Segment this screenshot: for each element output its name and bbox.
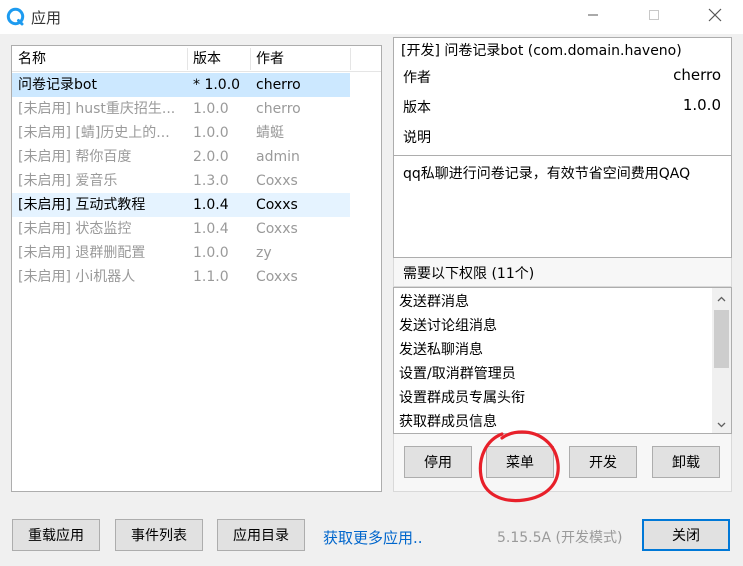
author-value: cherro [673, 66, 721, 84]
uninstall-button[interactable]: 卸载 [652, 446, 720, 478]
plugin-version: * 1.0.0 [193, 77, 241, 93]
plugin-author: cherro [256, 101, 301, 117]
permission-item: 发送私聊消息 [399, 342, 483, 358]
column-header-name[interactable]: 名称 [12, 46, 187, 72]
plugin-name: [未启用] 状态监控 [18, 221, 132, 237]
plugin-name: 问卷记录bot [18, 77, 97, 93]
plugin-version: 1.0.4 [193, 221, 229, 237]
permission-item: 发送讨论组消息 [399, 318, 497, 334]
table-row[interactable]: [未启用] 退群删配置 1.0.0 zy [12, 241, 350, 265]
plugin-details: [开发] 问卷记录bot (com.domain.haveno) 作者 cher… [393, 37, 732, 157]
plugin-author: Coxxs [256, 197, 298, 213]
plugin-name: [未启用] 帮你百度 [18, 149, 132, 165]
permission-item: 设置/取消群管理员 [399, 366, 516, 382]
table-row[interactable]: [未启用] 爱音乐 1.3.0 Coxxs [12, 169, 350, 193]
version-label: 5.15.5A (开发模式) [497, 530, 623, 546]
minimize-icon [587, 9, 599, 25]
plugin-rows: 问卷记录bot * 1.0.0 cherro [未启用] hust重庆招生... 1.0… [12, 73, 381, 289]
list-header: 名称 版本 作者 [12, 46, 381, 72]
disable-button[interactable]: 停用 [404, 446, 472, 478]
window-title: 应用 [31, 9, 62, 27]
column-header-author[interactable]: 作者 [250, 46, 350, 72]
plugin-name: [未启用] [蜻]历史上的... [18, 125, 170, 141]
table-row[interactable]: [未启用] 互动式教程 1.0.4 Coxxs [12, 193, 350, 217]
permissions-scrollbar[interactable] [712, 288, 731, 433]
plugin-name: [未启用] 爱音乐 [18, 173, 118, 189]
plugin-detail-title: [开发] 问卷记录bot (com.domain.haveno) [401, 43, 682, 59]
table-row[interactable]: [未启用] 帮你百度 2.0.0 admin [12, 145, 350, 169]
column-divider[interactable] [350, 48, 351, 70]
close-button[interactable]: 关闭 [642, 519, 730, 551]
plugin-name: [未启用] 互动式教程 [18, 197, 146, 213]
table-row[interactable]: 问卷记录bot * 1.0.0 cherro [12, 73, 350, 97]
scroll-down-button[interactable] [712, 415, 731, 432]
qq-circle-icon [6, 7, 25, 26]
plugin-version: 1.3.0 [193, 173, 229, 189]
chevron-down-icon [717, 416, 726, 432]
author-label: 作者 [403, 70, 431, 86]
maximize-icon [648, 9, 660, 25]
close-window-button[interactable] [692, 0, 738, 34]
plugin-name: [未启用] 退群删配置 [18, 245, 146, 261]
permission-item: 设置群成员专属头衔 [399, 390, 525, 406]
chevron-up-icon [717, 290, 726, 306]
description-text: qq私聊进行问卷记录，有效节省空间费用QAQ [403, 166, 691, 182]
plugin-author: zy [256, 245, 272, 261]
plugin-author: Coxxs [256, 269, 298, 285]
develop-button[interactable]: 开发 [569, 446, 637, 478]
plugin-name: [未启用] hust重庆招生... [18, 101, 176, 117]
permissions-list[interactable]: 发送群消息 发送讨论组消息 发送私聊消息 设置/取消群管理员 设置群成员专属头衔… [393, 287, 732, 434]
plugin-author: cherro [256, 77, 301, 93]
plugin-author: Coxxs [256, 173, 298, 189]
version-label: 版本 [403, 100, 431, 116]
title-bar: 应用 [0, 0, 743, 34]
minimize-button[interactable] [570, 0, 616, 34]
column-header-version[interactable]: 版本 [187, 46, 250, 72]
permissions-header: 需要以下权限 (11个) [393, 258, 732, 287]
permission-item: 获取群成员信息 [399, 414, 497, 430]
plugin-name: [未启用] 小i机器人 [18, 269, 136, 285]
plugin-list[interactable]: 名称 版本 作者 问卷记录bot * 1.0.0 cherro [未启用] hust重… [11, 45, 382, 492]
plugin-version: 1.0.0 [193, 245, 229, 261]
plugin-version: 1.1.0 [193, 269, 229, 285]
plugin-version: 1.0.0 [193, 125, 229, 141]
version-value: 1.0.0 [682, 96, 721, 114]
table-row[interactable]: [未启用] 状态监控 1.0.4 Coxxs [12, 217, 350, 241]
plugin-version: 1.0.0 [193, 101, 229, 117]
reload-apps-button[interactable]: 重载应用 [12, 519, 100, 551]
description-box: qq私聊进行问卷记录，有效节省空间费用QAQ [393, 155, 732, 258]
scroll-up-button[interactable] [712, 289, 731, 306]
plugin-version: 2.0.0 [193, 149, 229, 165]
event-list-button[interactable]: 事件列表 [115, 519, 203, 551]
plugin-author: Coxxs [256, 221, 298, 237]
table-row[interactable]: [未启用] 小i机器人 1.1.0 Coxxs [12, 265, 350, 289]
app-directory-button[interactable]: 应用目录 [217, 519, 305, 551]
plugin-author: admin [256, 149, 300, 165]
scrollbar-thumb[interactable] [714, 310, 729, 368]
table-row[interactable]: [未启用] [蜻]历史上的... 1.0.0 蜻蜓 [12, 121, 350, 145]
plugin-version: 1.0.4 [193, 197, 229, 213]
permission-item: 发送群消息 [399, 294, 469, 310]
description-label: 说明 [403, 130, 431, 146]
table-row[interactable]: [未启用] hust重庆招生... 1.0.0 cherro [12, 97, 350, 121]
menu-button[interactable]: 菜单 [486, 446, 554, 478]
get-more-apps-link[interactable]: 获取更多应用.. [323, 527, 423, 548]
maximize-button[interactable] [631, 0, 677, 34]
close-icon [708, 8, 722, 26]
plugin-author: 蜻蜓 [256, 125, 284, 141]
permissions-count-label: 需要以下权限 (11个) [403, 266, 535, 282]
